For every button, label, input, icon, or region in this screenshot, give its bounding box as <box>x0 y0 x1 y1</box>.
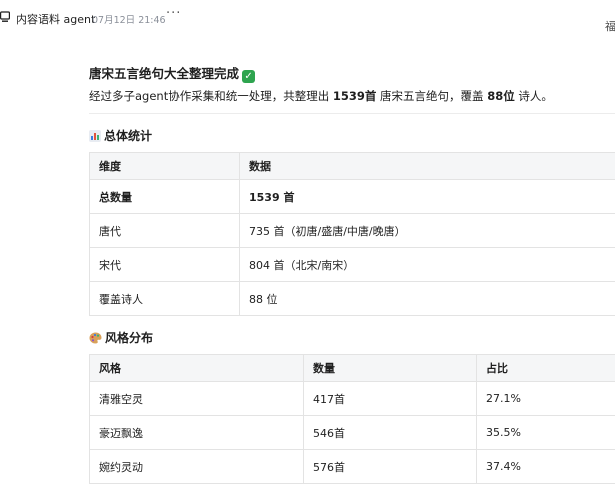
divider <box>89 113 615 114</box>
table-cell: 735 首（初唐/盛唐/中唐/晚唐） <box>239 213 615 248</box>
summary-poets: 88位 <box>487 89 515 103</box>
table-cell: 清雅空灵 <box>89 381 304 416</box>
table-row: 婉约灵动 576首 37.4% <box>89 449 615 484</box>
table-cell: 37.4% <box>476 449 615 484</box>
column-header: 数据 <box>239 152 615 180</box>
check-mark-icon: ✓ <box>242 70 256 83</box>
column-header: 数量 <box>303 354 477 382</box>
summary-prefix: 经过多子agent协作采集和统一处理，共整理出 <box>89 89 333 103</box>
table-cell: 27.1% <box>476 381 615 416</box>
table-cell: 婉约灵动 <box>89 449 304 484</box>
table-cell: 唐代 <box>89 213 240 248</box>
section-title-overall: 总体统计 <box>89 127 152 144</box>
table-cell: 覆盖诗人 <box>89 281 240 316</box>
column-header: 占比 <box>476 354 615 382</box>
table-header-row: 风格 数量 占比 <box>89 354 615 382</box>
table-cell: 1539 首 <box>239 179 615 214</box>
more-options-button[interactable]: ··· <box>166 6 181 21</box>
table-cell: 576首 <box>303 449 477 484</box>
bot-name[interactable]: 内容语料 agent <box>16 11 95 27</box>
section-title-style-text: 风格分布 <box>105 331 154 345</box>
table-row: 总数量 1539 首 <box>89 179 615 214</box>
table-row: 覆盖诗人 88 位 <box>89 281 615 316</box>
column-header: 维度 <box>89 152 240 180</box>
table-row: 清雅空灵 417首 27.1% <box>89 381 615 416</box>
message-header: 内容语料 agent 07月12日 21:46 ··· 福 <box>0 0 615 34</box>
summary-suffix: 诗人。 <box>514 89 553 103</box>
palette-icon <box>89 332 102 344</box>
column-header: 风格 <box>89 354 304 382</box>
section-title-style: 风格分布 <box>89 329 153 346</box>
bar-chart-icon <box>89 130 101 142</box>
table-header-row: 维度 数据 <box>89 152 615 180</box>
table-cell: 豪迈飘逸 <box>89 415 304 450</box>
table-cell: 546首 <box>303 415 477 450</box>
table-cell: 35.5% <box>476 415 615 450</box>
message-timestamp: 07月12日 21:46 <box>92 15 166 26</box>
table-row: 豪迈飘逸 546首 35.5% <box>89 415 615 450</box>
message-title-text: 唐宋五言绝句大全整理完成 <box>89 66 240 81</box>
section-title-overall-text: 总体统计 <box>104 129 153 143</box>
table-row: 宋代 804 首（北宋/南宋） <box>89 247 615 282</box>
summary-mid: 唐宋五言绝句，覆盖 <box>376 89 488 103</box>
table-cell: 88 位 <box>239 281 615 316</box>
message-title: 唐宋五言绝句大全整理完成 ✓ <box>89 63 256 83</box>
clipped-edge-text: 福 <box>605 20 615 33</box>
message-summary: 经过多子agent协作采集和统一处理，共整理出 1539首 唐宋五言绝句，覆盖 … <box>89 88 553 104</box>
bot-avatar-icon <box>0 11 10 22</box>
table-cell: 宋代 <box>89 247 240 282</box>
overall-stats-table: 维度 数据 总数量 1539 首 唐代 735 首（初唐/盛唐/中唐/晚唐） 宋… <box>89 152 615 316</box>
style-distribution-table: 风格 数量 占比 清雅空灵 417首 27.1% 豪迈飘逸 546首 35.5%… <box>89 354 615 484</box>
table-cell: 417首 <box>303 381 477 416</box>
table-row: 唐代 735 首（初唐/盛唐/中唐/晚唐） <box>89 213 615 248</box>
table-cell: 总数量 <box>89 179 240 214</box>
summary-count: 1539首 <box>332 89 377 103</box>
table-cell: 804 首（北宋/南宋） <box>239 247 615 282</box>
